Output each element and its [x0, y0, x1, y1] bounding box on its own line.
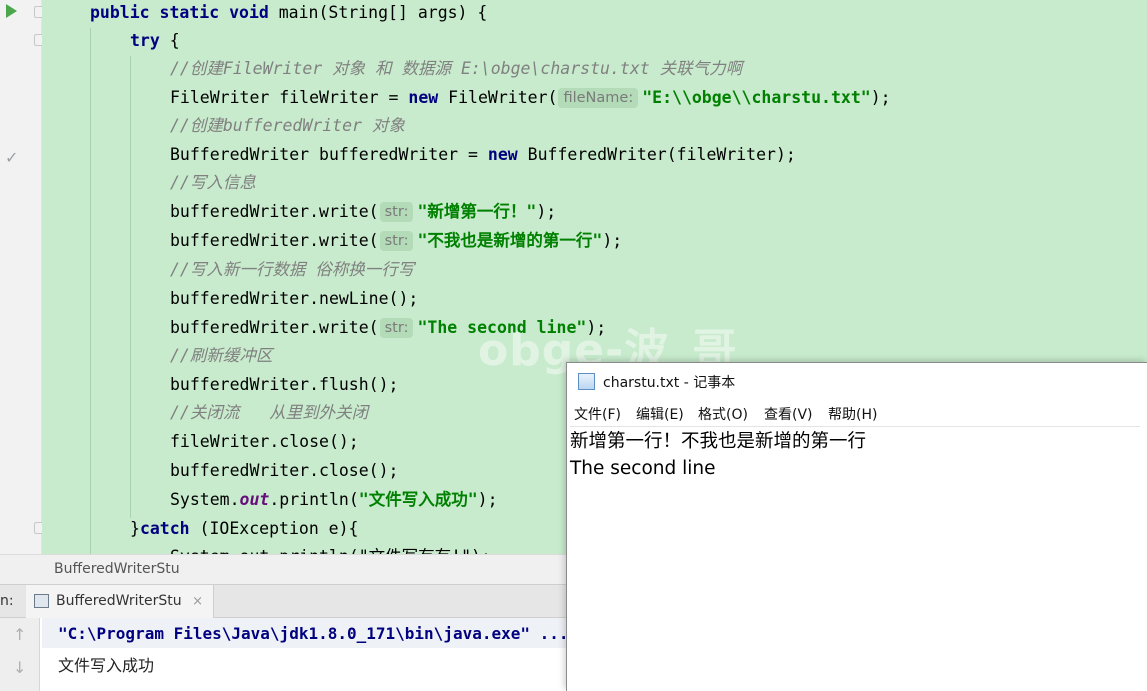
code-line: fileWriter.close();	[170, 432, 359, 451]
text-line: The second line	[570, 458, 716, 479]
code-line: FileWriter fileWriter = new FileWriter(f…	[170, 88, 891, 108]
run-label: n:	[0, 593, 14, 609]
arrow-up-icon[interactable]: ↑	[13, 625, 26, 644]
editor-gutter: ✓	[0, 0, 46, 554]
menu-help[interactable]: 帮助(H)	[828, 404, 877, 424]
run-tab-label: BufferedWriterStu	[56, 593, 182, 609]
code-line: bufferedWriter.write(str: "新增第一行！");	[170, 202, 557, 222]
console-command-line: "C:\Program Files\Java\jdk1.8.0_171\bin\…	[42, 618, 569, 648]
notepad-window[interactable]: charstu.txt - 记事本 文件(F) 编辑(E) 格式(O) 查看(V…	[566, 362, 1147, 691]
menu-view[interactable]: 查看(V)	[764, 404, 813, 424]
text-area[interactable]: 新增第一行！不我也是新增的第一行 The second line	[570, 426, 1140, 686]
text-line: 新增第一行！不我也是新增的第一行	[570, 431, 867, 452]
code-line: bufferedWriter.write(str: "不我也是新增的第一行");	[170, 231, 623, 251]
run-tab[interactable]: BufferedWriterStu ×	[26, 585, 215, 618]
menu-edit[interactable]: 编辑(E)	[636, 404, 684, 424]
code-comment: //关闭流 从里到外关闭	[170, 403, 369, 422]
arrow-down-icon[interactable]: ↓	[13, 658, 26, 677]
console-toolbar: ↑ ↓	[0, 618, 40, 691]
parameter-hint: str:	[379, 231, 414, 251]
parameter-hint: str:	[379, 318, 414, 338]
menu-bar: 文件(F) 编辑(E) 格式(O) 查看(V) 帮助(H)	[567, 401, 1147, 425]
code-comment: //写入信息	[170, 173, 256, 192]
app-window-icon	[34, 594, 49, 608]
code-comment: //写入新一行数据 俗称换一行写	[170, 260, 415, 279]
code-line: System.out.println("文件写有有!");	[170, 544, 491, 554]
code-line: bufferedWriter.newLine();	[170, 289, 419, 308]
code-comment: //创建bufferedWriter 对象	[170, 116, 405, 135]
code-line: }catch (IOException e){	[130, 519, 359, 538]
close-icon[interactable]: ×	[192, 585, 203, 618]
menu-format[interactable]: 格式(O)	[698, 404, 748, 424]
notepad-icon	[578, 373, 595, 390]
menu-file[interactable]: 文件(F)	[574, 404, 621, 424]
code-line: bufferedWriter.close();	[170, 461, 399, 480]
code-line: BufferedWriter bufferedWriter = new Buff…	[170, 145, 796, 164]
window-titlebar[interactable]: charstu.txt - 记事本	[567, 363, 1147, 399]
run-triangle-icon[interactable]	[6, 4, 17, 18]
code-comment: //创建FileWriter 对象 和 数据源 E:\obge\charstu.…	[170, 59, 743, 78]
console-output: 文件写入成功	[58, 656, 155, 675]
code-comment: //刷新缓冲区	[170, 346, 273, 365]
code-line: try {	[130, 31, 180, 50]
breadcrumb-item[interactable]: BufferedWriterStu	[54, 561, 180, 577]
parameter-hint: fileName:	[558, 88, 639, 108]
code-line: public static void main(String[] args) {	[90, 3, 488, 22]
indent-guide	[130, 56, 131, 518]
code-line: bufferedWriter.flush();	[170, 375, 399, 394]
parameter-hint: str:	[379, 202, 414, 222]
window-title: charstu.txt - 记事本	[603, 375, 736, 391]
check-icon: ✓	[5, 148, 19, 167]
indent-guide	[90, 28, 91, 554]
code-line: System.out.println("文件写入成功");	[170, 490, 498, 509]
